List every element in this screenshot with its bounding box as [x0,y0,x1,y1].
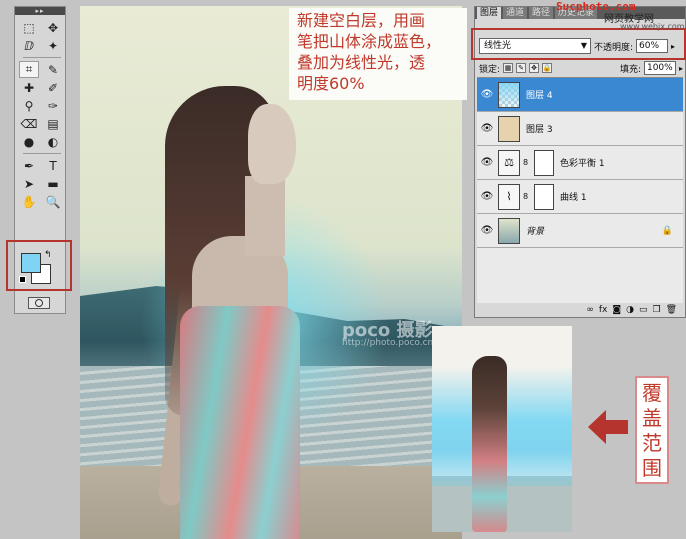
toolbox-separator [23,57,61,58]
lock-icons: ▦ ✎ ✥ 🔒 [503,63,553,73]
lock-all-icon[interactable]: 🔒 [542,63,553,73]
tool-grid: ⬚ ✥ ⅅ ✦ ⌗ ✎ ✚ ✐ ⚲ ✑ ⌫ ▤ ● ◐ ✒ T ➤ ▬ ✋ 🔍 [15,15,65,210]
dodge-tool-icon[interactable]: ◐ [43,133,63,150]
magic-wand-icon[interactable]: ✦ [43,37,63,54]
instruction-callout: 新建空白层，用画 笔把山体涂成蓝色， 叠加为线性光，透 明度60% [289,8,467,100]
tab-layers[interactable]: 图层 [477,7,502,19]
coverage-label-char: 覆 [642,380,662,405]
layer-thumbnail [498,81,520,108]
zoom-tool-icon[interactable]: 🔍 [43,193,63,210]
lock-label: 锁定: [479,64,501,75]
new-layer-icon[interactable]: ❒ [652,305,660,315]
type-tool-icon[interactable]: T [43,157,63,174]
blur-tool-icon[interactable]: ● [19,133,39,150]
eye-icon[interactable]: 👁 [479,189,495,205]
healing-brush-icon[interactable]: ✚ [19,79,39,96]
layer-mask-thumbnail [534,149,554,176]
preview-model [472,356,507,532]
trash-icon[interactable]: 🗑 [666,305,677,315]
layer-thumbnail [498,217,520,244]
model-face [248,104,296,184]
brush-tool-icon[interactable]: ✐ [43,79,63,96]
quick-mask-icon [35,299,43,307]
layer-list: 👁 图层 4 👁 图层 3 👁 ⚖ 8 色彩平衡 1 👁 ⌇ 8 曲线 1 👁 … [477,77,683,303]
eyedropper-icon[interactable]: ✎ [43,61,63,78]
layer-row[interactable]: 👁 图层 4 [477,78,683,112]
link-icon: 8 [523,192,529,201]
foreground-color-swatch[interactable] [21,253,41,273]
fill-slider-arrow-icon[interactable]: ▸ [679,64,683,73]
crop-tool-icon[interactable]: ⌗ [19,61,39,78]
fill-group: 填充: 100% ▸ [620,61,683,75]
layer-thumbnail [498,115,520,142]
pen-tool-icon[interactable]: ✒ [19,157,39,174]
quick-mask-button[interactable] [28,297,50,309]
layer-row[interactable]: 👁 ⚖ 8 色彩平衡 1 [477,146,683,180]
tab-paths[interactable]: 路径 [529,7,554,19]
eye-icon[interactable]: 👁 [479,223,495,239]
move-tool-icon[interactable]: ✥ [43,19,63,36]
coverage-label-char: 围 [642,455,662,480]
lock-transparency-icon[interactable]: ▦ [503,63,514,73]
curves-icon: ⌇ [498,183,520,210]
layers-panel-footer: ∞ fx ◙ ◑ ▭ ❒ 🗑 [477,303,683,317]
eye-icon[interactable]: 👁 [479,121,495,137]
clone-stamp-icon[interactable]: ⚲ [19,97,39,114]
color-balance-icon: ⚖ [498,149,520,176]
lock-position-icon[interactable]: ✥ [529,63,540,73]
new-group-icon[interactable]: ▭ [639,305,648,315]
link-icon: 8 [523,158,529,167]
tab-channels[interactable]: 通道 [503,7,528,19]
layer-name: 背景 [526,227,545,237]
lock-pixels-icon[interactable]: ✎ [516,63,527,73]
lock-fill-row: 锁定: ▦ ✎ ✥ 🔒 填充: 100% ▸ [479,61,683,75]
model-dress [180,306,300,539]
layer-mask-thumbnail [534,183,554,210]
eye-icon[interactable]: 👁 [479,155,495,171]
model-neck [245,176,285,256]
layer-row[interactable]: 👁 图层 3 [477,112,683,146]
coverage-label-char: 盖 [642,405,662,430]
photo-watermark-url: http://photo.poco.cn [342,338,434,348]
layer-row[interactable]: 👁 ⌇ 8 曲线 1 [477,180,683,214]
gradient-tool-icon[interactable]: ▤ [43,115,63,132]
callout-line: 笔把山体涂成蓝色， [297,32,442,51]
highlight-box-blend [471,28,686,60]
callout-line: 叠加为线性光，透 [297,53,426,72]
lock-icon: 🔒 [661,225,673,236]
coverage-label: 覆 盖 范 围 [635,376,669,484]
toolbox-separator [23,153,61,154]
arrow-left-icon [588,410,628,444]
layer-name: 曲线 1 [560,193,587,203]
link-layers-icon[interactable]: ∞ [586,305,594,315]
tools-panel-title[interactable]: ▸▸ [15,7,65,15]
callout-line: 新建空白层，用画 [297,11,426,30]
callout-line: 明度60% [297,74,365,93]
hand-tool-icon[interactable]: ✋ [19,193,39,210]
lasso-tool-icon[interactable]: ⅅ [19,37,39,54]
site-url: www.webjx.com [620,22,685,31]
eye-icon[interactable]: 👁 [479,87,495,103]
fill-input[interactable]: 100% [643,61,676,75]
fill-label: 填充: [619,64,641,75]
eraser-icon[interactable]: ⌫ [19,115,39,132]
layer-row[interactable]: 👁 背景 🔒 [477,214,683,248]
shape-tool-icon[interactable]: ▬ [43,175,63,192]
coverage-preview [432,326,572,532]
coverage-label-char: 范 [642,430,662,455]
layer-style-icon[interactable]: fx [599,305,608,315]
layer-name: 图层 3 [526,125,553,135]
layer-name: 图层 4 [526,91,553,101]
marquee-tool-icon[interactable]: ⬚ [19,19,39,36]
layer-name: 色彩平衡 1 [560,159,605,169]
adjustment-layer-icon[interactable]: ◑ [626,305,634,315]
path-selection-icon[interactable]: ➤ [19,175,39,192]
add-mask-icon[interactable]: ◙ [612,305,621,315]
history-brush-icon[interactable]: ✑ [43,97,63,114]
